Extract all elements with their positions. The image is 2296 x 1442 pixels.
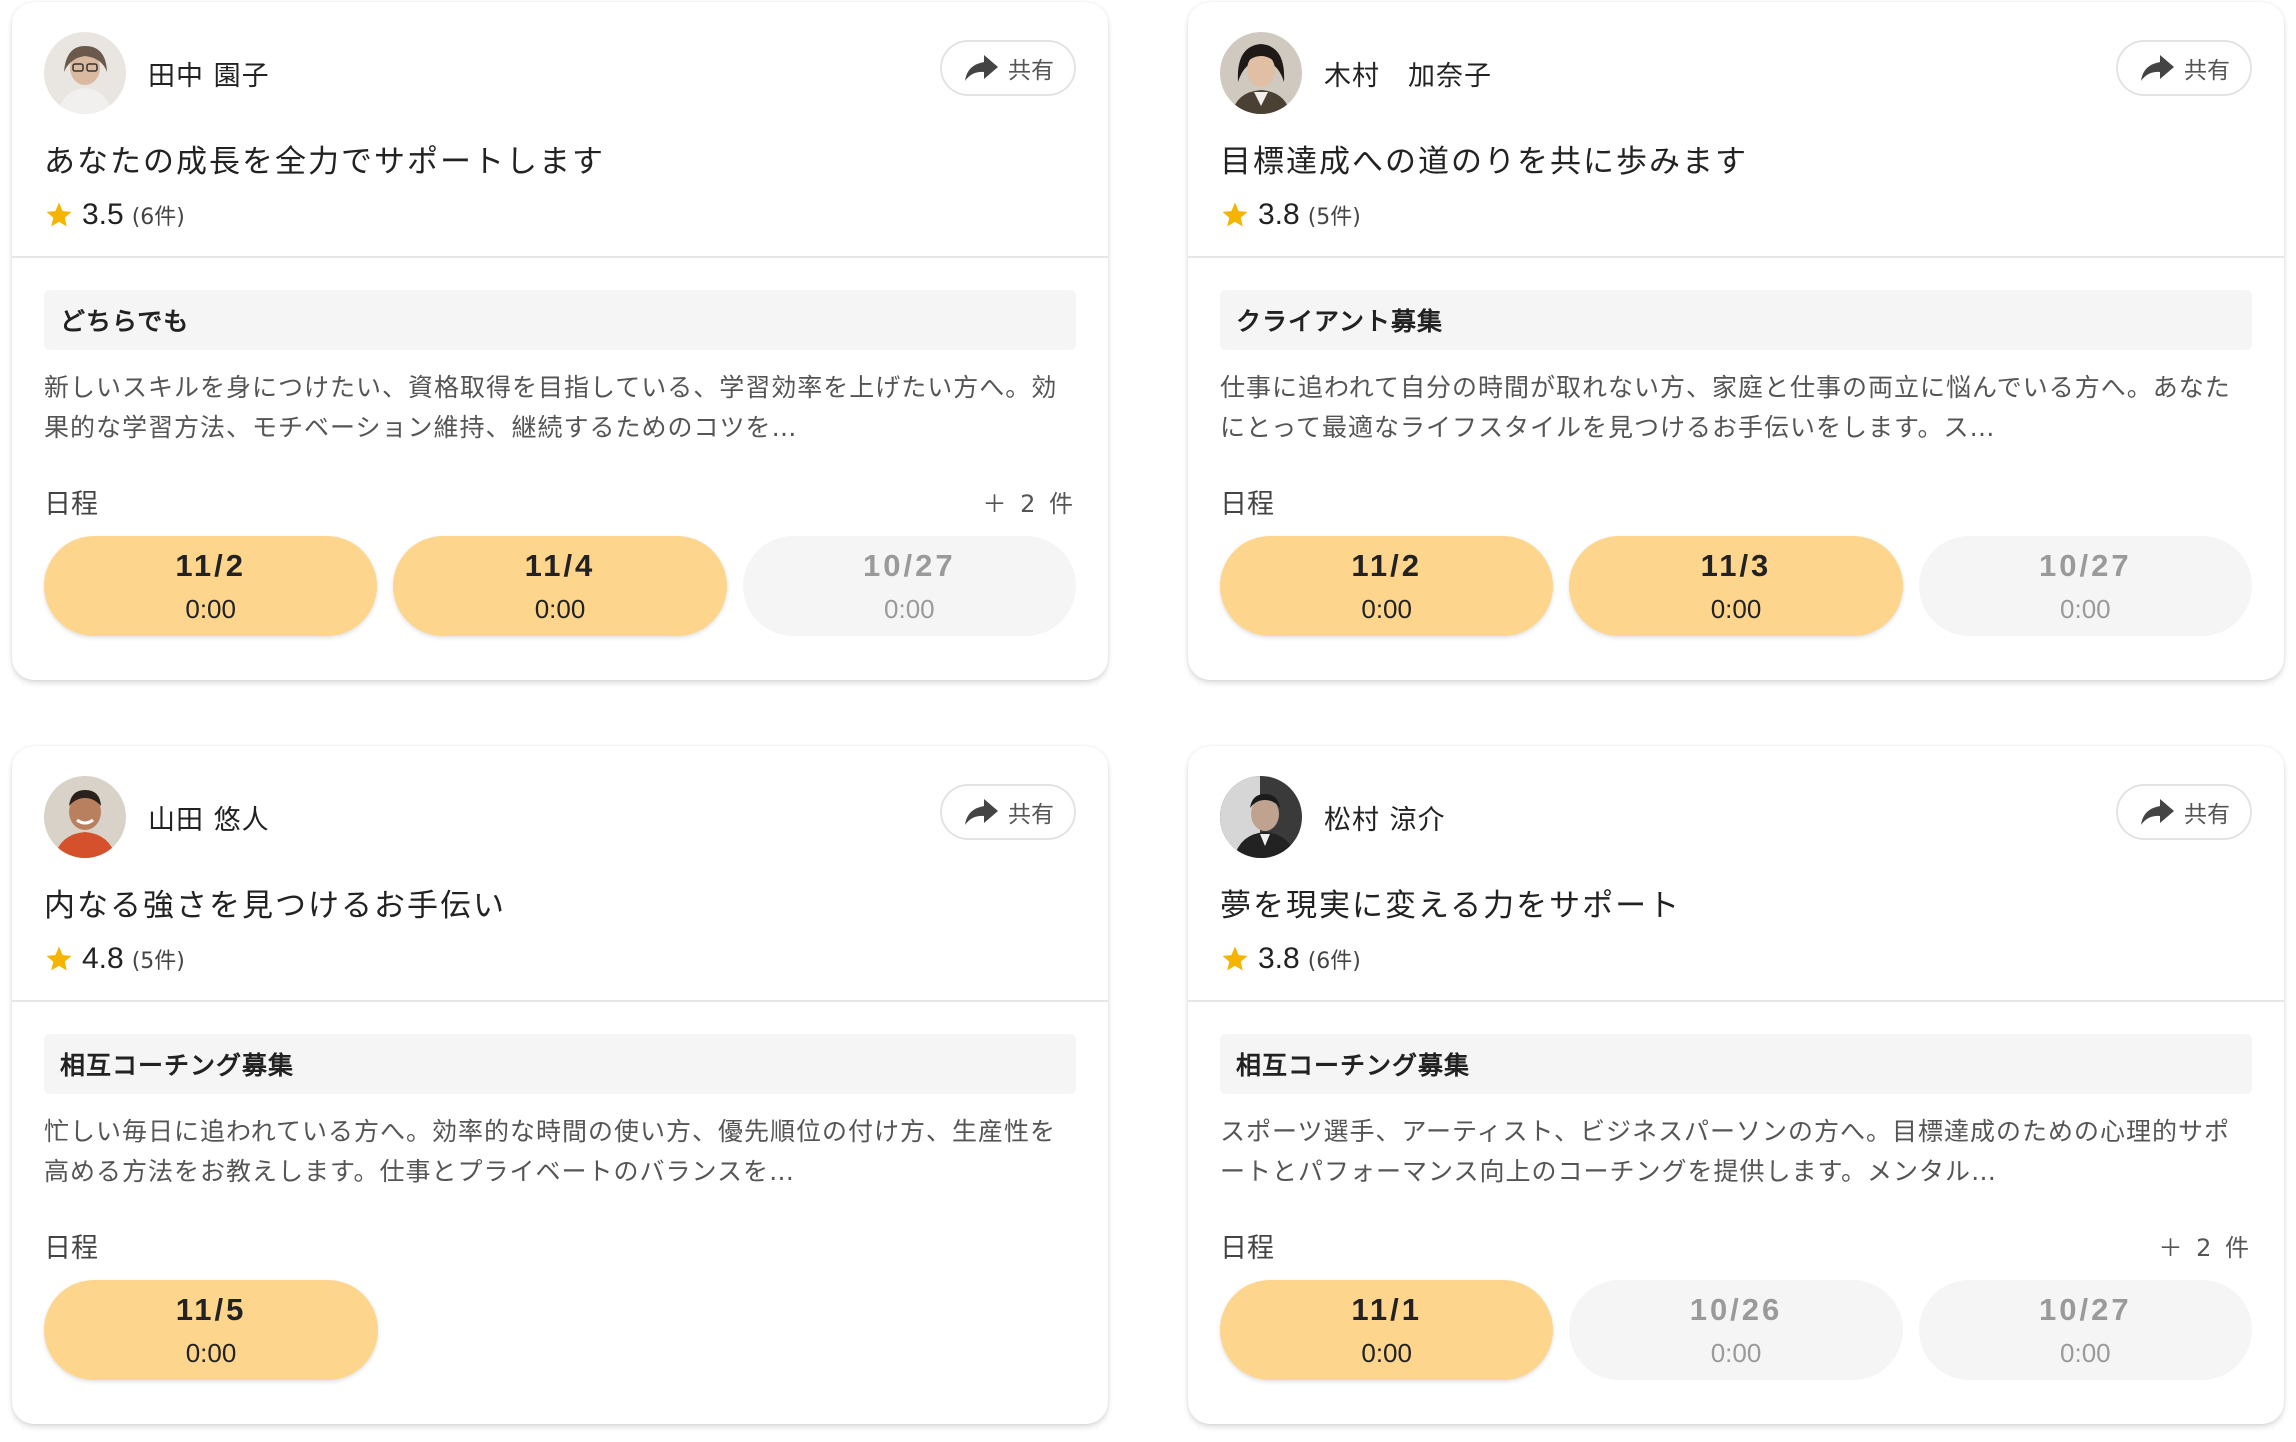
avatar[interactable] — [1220, 776, 1302, 858]
slot-date: 10/27 — [863, 547, 956, 583]
coach-name: 松村 涼介 — [1324, 805, 1446, 836]
slot-time: 0:00 — [185, 593, 236, 624]
card-header: 松村 涼介 共有 夢を現実に変える力をサポート 3.8 (6件) — [1188, 746, 2284, 1002]
coach-description: 新しいスキルを身につけたい、資格取得を目指している、学習効率を上げたい方へ。効果… — [44, 373, 1058, 442]
slot-time: 0:00 — [1710, 593, 1762, 624]
coach-name: 田中 園子 — [148, 61, 270, 92]
slot-date: 11/4 — [524, 547, 596, 583]
slot-date: 11/1 — [1351, 1291, 1422, 1327]
recruit-type-tag: 相互コーチング募集 — [1220, 1034, 2252, 1094]
card-title: あなたの成長を全力でサポートします — [44, 144, 605, 180]
slot-date: 11/3 — [1700, 547, 1772, 583]
coach-card[interactable]: 田中 園子 共有 あなたの成長を全力でサポートします 3.5 (6件) どちらで… — [12, 2, 1108, 680]
schedule-slot[interactable]: 11/3 0:00 — [1569, 536, 1903, 636]
share-label: 共有 — [2184, 58, 2230, 84]
schedule-slot[interactable]: 11/2 0:00 — [1220, 536, 1554, 636]
coach-card[interactable]: 山田 悠人 共有 内なる強さを見つけるお手伝い 4.8 (5件) 相互コーチング… — [12, 746, 1108, 1424]
recruit-type-tag: クライアント募集 — [1220, 290, 2252, 350]
coach-card[interactable]: 松村 涼介 共有 夢を現実に変える力をサポート 3.8 (6件) 相互コーチング… — [1188, 746, 2284, 1424]
card-title: 内なる強さを見つけるお手伝い — [44, 888, 506, 924]
star-icon — [1222, 202, 1248, 227]
star-icon — [46, 202, 72, 227]
rating: 3.8 (6件) — [1220, 942, 1361, 976]
slot-time: 0:00 — [2060, 1337, 2111, 1368]
schedule-label: 日程 — [1220, 1232, 1274, 1264]
review-count: (5件) — [1307, 205, 1361, 230]
star-icon — [1222, 946, 1248, 971]
review-count: (5件) — [131, 949, 185, 974]
schedule-slots: 11/2 0:00 11/4 0:00 10/27 0:00 — [44, 536, 1076, 638]
slot-time: 0:00 — [1361, 593, 1412, 624]
slot-date: 11/5 — [175, 1291, 247, 1327]
avatar[interactable] — [44, 32, 126, 114]
rating: 4.8 (5件) — [44, 942, 185, 976]
avatar[interactable] — [1220, 32, 1302, 114]
slot-time: 0:00 — [1361, 1337, 1412, 1368]
share-label: 共有 — [1008, 58, 1054, 84]
schedule-slot-unavailable[interactable]: 10/27 0:00 — [1918, 1280, 2252, 1380]
schedule-slot-unavailable[interactable]: 10/26 0:00 — [1569, 1280, 1903, 1380]
coach-description: スポーツ選手、アーティスト、ビジネスパーソンの方へ。目標達成のための心理的サポー… — [1220, 1117, 2231, 1186]
rating-score: 4.8 — [82, 942, 124, 975]
schedule-slot[interactable]: 11/2 0:00 — [44, 536, 378, 636]
slot-date: 11/2 — [1351, 547, 1422, 583]
share-arrow-icon — [2141, 55, 2174, 81]
schedule-slots: 11/5 0:00 — [44, 1280, 1076, 1382]
schedule-slot-unavailable[interactable]: 10/27 0:00 — [1918, 536, 2252, 636]
schedule-label: 日程 — [44, 488, 98, 520]
slot-time: 0:00 — [2060, 593, 2111, 624]
rating-score: 3.8 — [1258, 198, 1300, 231]
coach-description: 忙しい毎日に追われている方へ。効率的な時間の使い方、優先順位の付け方、生産性を高… — [44, 1117, 1057, 1186]
share-label: 共有 — [1008, 802, 1054, 828]
share-arrow-icon — [2141, 799, 2174, 825]
review-count: (6件) — [131, 205, 185, 230]
schedule-slots: 11/1 0:00 10/26 0:00 10/27 0:00 — [1220, 1280, 2252, 1382]
review-count: (6件) — [1307, 949, 1361, 974]
schedule-label: 日程 — [44, 1232, 98, 1264]
slot-date: 11/2 — [175, 547, 246, 583]
card-header: 田中 園子 共有 あなたの成長を全力でサポートします 3.5 (6件) — [12, 2, 1108, 258]
more-slots-count[interactable]: ＋ 2 件 — [2158, 1228, 2252, 1263]
share-button[interactable]: 共有 — [2116, 784, 2252, 840]
schedule-slot-unavailable[interactable]: 10/27 0:00 — [742, 536, 1076, 636]
schedule-slots: 11/2 0:00 11/3 0:00 10/27 0:00 — [1220, 536, 2252, 638]
rating: 3.5 (6件) — [44, 198, 185, 232]
recruit-type-tag: 相互コーチング募集 — [44, 1034, 1076, 1094]
share-button[interactable]: 共有 — [940, 784, 1076, 840]
coach-card[interactable]: 木村 加奈子 共有 目標達成への道のりを共に歩みます 3.8 (5件) クライア… — [1188, 2, 2284, 680]
slot-date: 10/27 — [2039, 547, 2132, 583]
rating: 3.8 (5件) — [1220, 198, 1361, 232]
share-arrow-icon — [965, 55, 998, 81]
slot-time: 0:00 — [534, 593, 586, 624]
slot-time: 0:00 — [1710, 1337, 1762, 1368]
slot-time: 0:00 — [884, 593, 935, 624]
coach-name: 木村 加奈子 — [1324, 61, 1492, 92]
rating-score: 3.8 — [1258, 942, 1300, 975]
slot-date: 10/26 — [1689, 1291, 1783, 1327]
share-button[interactable]: 共有 — [2116, 40, 2252, 96]
avatar[interactable] — [44, 776, 126, 858]
slot-time: 0:00 — [185, 1337, 237, 1368]
schedule-slot[interactable]: 11/4 0:00 — [393, 536, 727, 636]
card-header: 山田 悠人 共有 内なる強さを見つけるお手伝い 4.8 (5件) — [12, 746, 1108, 1002]
card-header: 木村 加奈子 共有 目標達成への道のりを共に歩みます 3.8 (5件) — [1188, 2, 2284, 258]
recruit-type-tag: どちらでも — [44, 290, 1076, 350]
coach-description: 仕事に追われて自分の時間が取れない方、家庭と仕事の両立に悩んでいる方へ。あなたに… — [1220, 373, 2231, 442]
share-arrow-icon — [965, 799, 998, 825]
star-icon — [46, 946, 72, 971]
rating-score: 3.5 — [82, 198, 124, 231]
schedule-label: 日程 — [1220, 488, 1274, 520]
slot-date: 10/27 — [2039, 1291, 2132, 1327]
share-label: 共有 — [2184, 802, 2230, 828]
more-slots-count[interactable]: ＋ 2 件 — [982, 484, 1076, 519]
card-title: 目標達成への道のりを共に歩みます — [1220, 144, 1748, 180]
schedule-slot[interactable]: 11/5 0:00 — [44, 1280, 378, 1380]
coach-name: 山田 悠人 — [148, 805, 270, 836]
schedule-slot[interactable]: 11/1 0:00 — [1220, 1280, 1554, 1380]
share-button[interactable]: 共有 — [940, 40, 1076, 96]
card-title: 夢を現実に変える力をサポート — [1220, 888, 1682, 924]
